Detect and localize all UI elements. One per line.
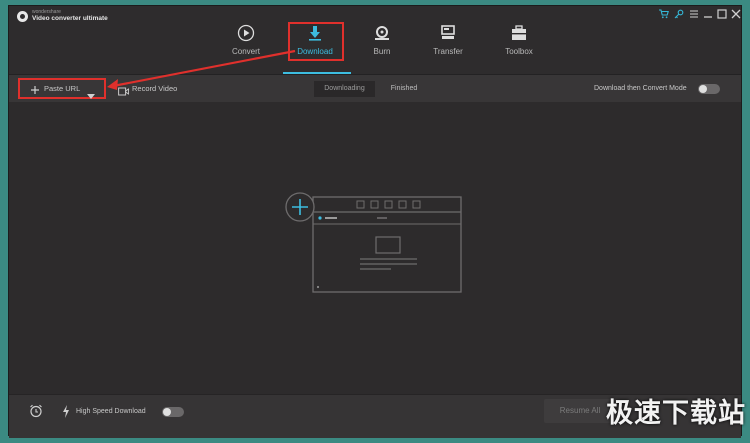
tab-toolbox-label: Toolbox: [505, 47, 533, 56]
segment-downloading[interactable]: Downloading: [314, 81, 375, 97]
lightning-icon: [62, 405, 70, 423]
convert-mode-label: Download then Convert Mode: [594, 85, 687, 92]
key-icon[interactable]: [674, 9, 684, 23]
app-window: wondershare Video converter ultimate Con…: [8, 5, 742, 438]
maximize-icon[interactable]: [717, 9, 727, 23]
high-speed-toggle[interactable]: [162, 407, 184, 417]
segment-finished[interactable]: Finished: [377, 81, 431, 97]
watermark: 极速下载站: [606, 398, 746, 429]
menu-icon[interactable]: [689, 9, 699, 23]
camera-icon: [118, 83, 130, 101]
transfer-icon: [420, 24, 476, 42]
plus-icon: [30, 82, 40, 100]
toolbox-icon: [491, 24, 547, 42]
play-circle-icon: [218, 24, 274, 42]
empty-state-illustration[interactable]: [283, 192, 465, 304]
close-icon[interactable]: [731, 9, 741, 23]
alarm-clock-icon[interactable]: [29, 404, 43, 423]
high-speed-label: High Speed Download: [76, 408, 146, 415]
minimize-icon[interactable]: [703, 9, 713, 23]
app-logo-icon: [17, 11, 28, 22]
tab-burn[interactable]: Burn: [354, 24, 410, 56]
convert-mode-toggle[interactable]: [698, 84, 720, 94]
cart-icon[interactable]: [659, 9, 669, 23]
tab-toolbox[interactable]: Toolbox: [491, 24, 547, 56]
paste-url-button[interactable]: Paste URL: [44, 83, 80, 95]
disc-icon: [354, 24, 410, 42]
tab-transfer[interactable]: Transfer: [420, 24, 476, 56]
download-empty-area: [9, 102, 741, 394]
app-name: Video converter ultimate: [32, 15, 108, 22]
tab-burn-label: Burn: [373, 47, 391, 56]
tab-transfer-label: Transfer: [433, 47, 463, 56]
record-video-button[interactable]: Record Video: [132, 83, 177, 95]
